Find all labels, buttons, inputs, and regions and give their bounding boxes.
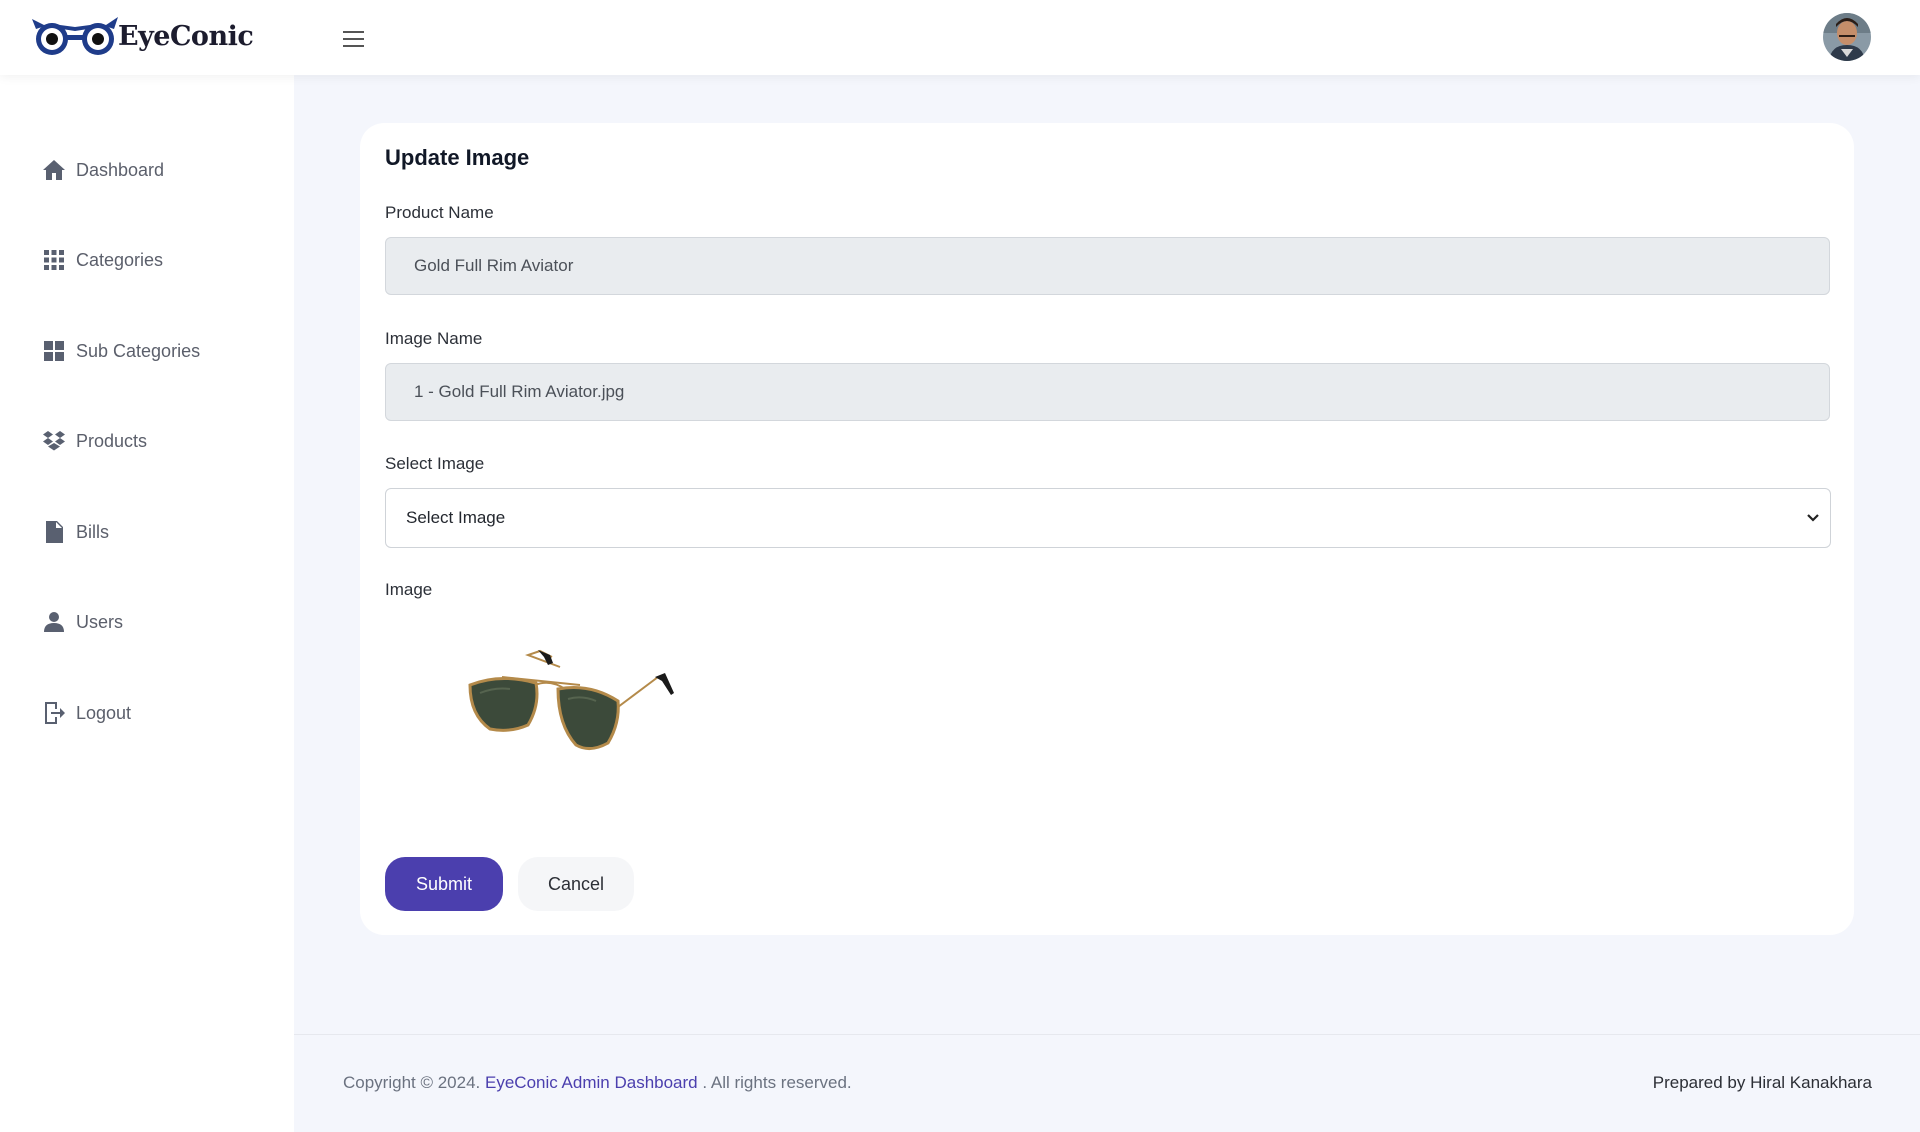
copyright-suffix: . All rights reserved. xyxy=(702,1073,852,1092)
cancel-button[interactable]: Cancel xyxy=(518,857,634,911)
sidebar-item-logout[interactable]: Logout xyxy=(42,693,272,733)
footer-dashboard-link[interactable]: EyeConic Admin Dashboard xyxy=(485,1073,698,1092)
brand-name: EyeConic xyxy=(118,20,254,52)
select-image-dropdown[interactable]: Select Image xyxy=(385,488,1831,548)
submit-button[interactable]: Submit xyxy=(385,857,503,911)
boxes-icon xyxy=(42,429,66,453)
product-name-field: Gold Full Rim Aviator xyxy=(385,237,1830,295)
user-avatar[interactable] xyxy=(1823,13,1871,61)
sidebar-item-categories[interactable]: Categories xyxy=(42,240,272,280)
user-icon xyxy=(42,610,66,634)
sidebar-item-bills[interactable]: Bills xyxy=(42,512,272,552)
grid-dots-icon xyxy=(42,248,66,272)
product-name-label: Product Name xyxy=(385,203,494,222)
hamburger-menu-icon[interactable] xyxy=(340,28,368,50)
sidebar-item-dashboard[interactable]: Dashboard xyxy=(42,150,272,190)
logout-icon xyxy=(42,701,66,725)
owl-glasses-logo-icon xyxy=(32,17,118,55)
product-image-aviator-sunglasses xyxy=(468,649,674,750)
sidebar-item-label: Users xyxy=(76,611,124,632)
chevron-down-icon xyxy=(1807,514,1819,522)
sidebar-item-label: Categories xyxy=(76,249,164,270)
sidebar-item-users[interactable]: Users xyxy=(42,602,272,642)
grid-squares-icon xyxy=(42,339,66,363)
image-label: Image xyxy=(385,580,433,599)
brand-logo[interactable]: EyeConic xyxy=(30,13,254,59)
image-name-value: 1 - Gold Full Rim Aviator.jpg xyxy=(414,382,625,401)
document-icon xyxy=(42,520,66,544)
image-name-field: 1 - Gold Full Rim Aviator.jpg xyxy=(385,363,1830,421)
footer-copyright: Copyright © 2024. EyeConic Admin Dashboa… xyxy=(343,1073,852,1093)
copyright-prefix: Copyright © 2024. xyxy=(343,1073,481,1092)
image-name-label: Image Name xyxy=(385,329,483,348)
select-image-label: Select Image xyxy=(385,454,485,473)
sidebar-item-sub-categories[interactable]: Sub Categories xyxy=(42,331,272,371)
product-name-value: Gold Full Rim Aviator xyxy=(414,256,574,275)
sidebar-item-label: Sub Categories xyxy=(76,340,201,361)
sidebar-item-label: Dashboard xyxy=(76,159,165,180)
select-image-value: Select Image xyxy=(406,508,506,527)
sidebar-item-label: Logout xyxy=(76,702,132,723)
sidebar-item-label: Products xyxy=(76,430,148,451)
page-title: Update Image xyxy=(385,145,530,170)
sidebar: Dashboard Categories Sub Categories Prod… xyxy=(0,75,294,1132)
sidebar-item-label: Bills xyxy=(76,521,110,542)
update-image-card: Update Image Product Name Gold Full Rim … xyxy=(360,123,1854,935)
home-icon xyxy=(42,158,66,182)
footer-prepared-by: Prepared by Hiral Kanakhara xyxy=(1652,1073,1872,1092)
footer-divider xyxy=(294,1034,1920,1035)
sidebar-item-products[interactable]: Products xyxy=(42,421,272,461)
top-bar: EyeConic xyxy=(0,0,1920,75)
